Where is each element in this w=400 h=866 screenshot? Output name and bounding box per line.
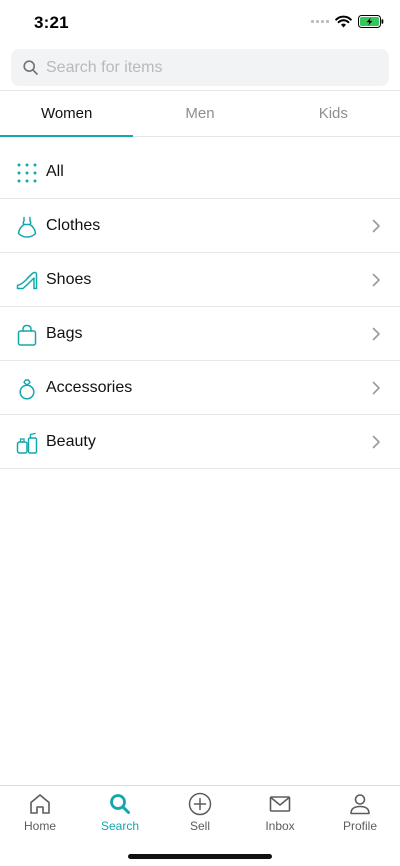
category-row-bags[interactable]: Bags [0,307,400,361]
category-label: Clothes [46,216,101,234]
category-row-beauty[interactable]: Beauty [0,415,400,469]
nav-label-sell: Sell [189,819,210,833]
ring-icon [19,379,35,400]
category-label: Beauty [46,432,96,450]
category-label: Accessories [46,378,133,396]
tab-kids[interactable]: Kids [267,91,400,136]
cellular-signal-icon [311,20,329,23]
nav-label-inbox: Inbox [265,819,295,833]
category-label: Shoes [46,270,92,288]
nav-search[interactable]: Search [80,786,160,836]
category-row-accessories[interactable]: Accessories [0,361,400,415]
nav-label-profile: Profile [342,819,377,833]
nav-profile[interactable]: Profile [320,786,400,836]
perfume-icon [16,432,38,454]
category-row-clothes[interactable]: Clothes [0,199,400,253]
chevron-right-icon [372,219,380,233]
tab-bar: Women Men Kids [0,90,400,137]
chevron-right-icon [372,273,380,287]
category-row-all[interactable]: All [0,145,400,199]
nav-label-search: Search [100,819,140,833]
high-heel-icon [16,271,38,290]
envelope-icon [269,796,291,812]
search-icon [23,60,38,75]
nav-sell[interactable]: Sell [160,786,240,836]
nav-inbox[interactable]: Inbox [240,786,320,836]
home-indicator [128,854,272,859]
person-icon [350,794,370,815]
screen: 3:21 Women Men [0,0,400,866]
category-list: All Clothes Shoes Bags Accessories Beaut… [0,145,400,469]
tab-men[interactable]: Men [133,91,266,136]
category-row-shoes[interactable]: Shoes [0,253,400,307]
dress-icon [17,216,37,238]
category-label: Bags [46,324,83,342]
home-icon [30,794,50,814]
search-icon [110,794,130,814]
bag-icon [17,324,37,346]
battery-charging-icon [358,15,384,28]
status-bar: 3:21 [0,0,400,46]
chevron-right-icon [372,327,380,341]
nav-home[interactable]: Home [0,786,80,836]
category-label: All [46,162,64,180]
search-input[interactable] [46,52,366,83]
tab-women[interactable]: Women [0,91,134,137]
chevron-right-icon [372,435,380,449]
wifi-icon [335,15,352,28]
search-box[interactable] [11,49,389,86]
grid-dots-icon [17,163,37,183]
plus-circle-icon [188,792,212,816]
chevron-right-icon [372,381,380,395]
nav-label-home: Home [23,819,56,833]
bottom-nav: Home Search Sell Inbox Profile [0,785,400,866]
status-time: 3:21 [34,13,69,32]
status-icons [311,15,384,28]
